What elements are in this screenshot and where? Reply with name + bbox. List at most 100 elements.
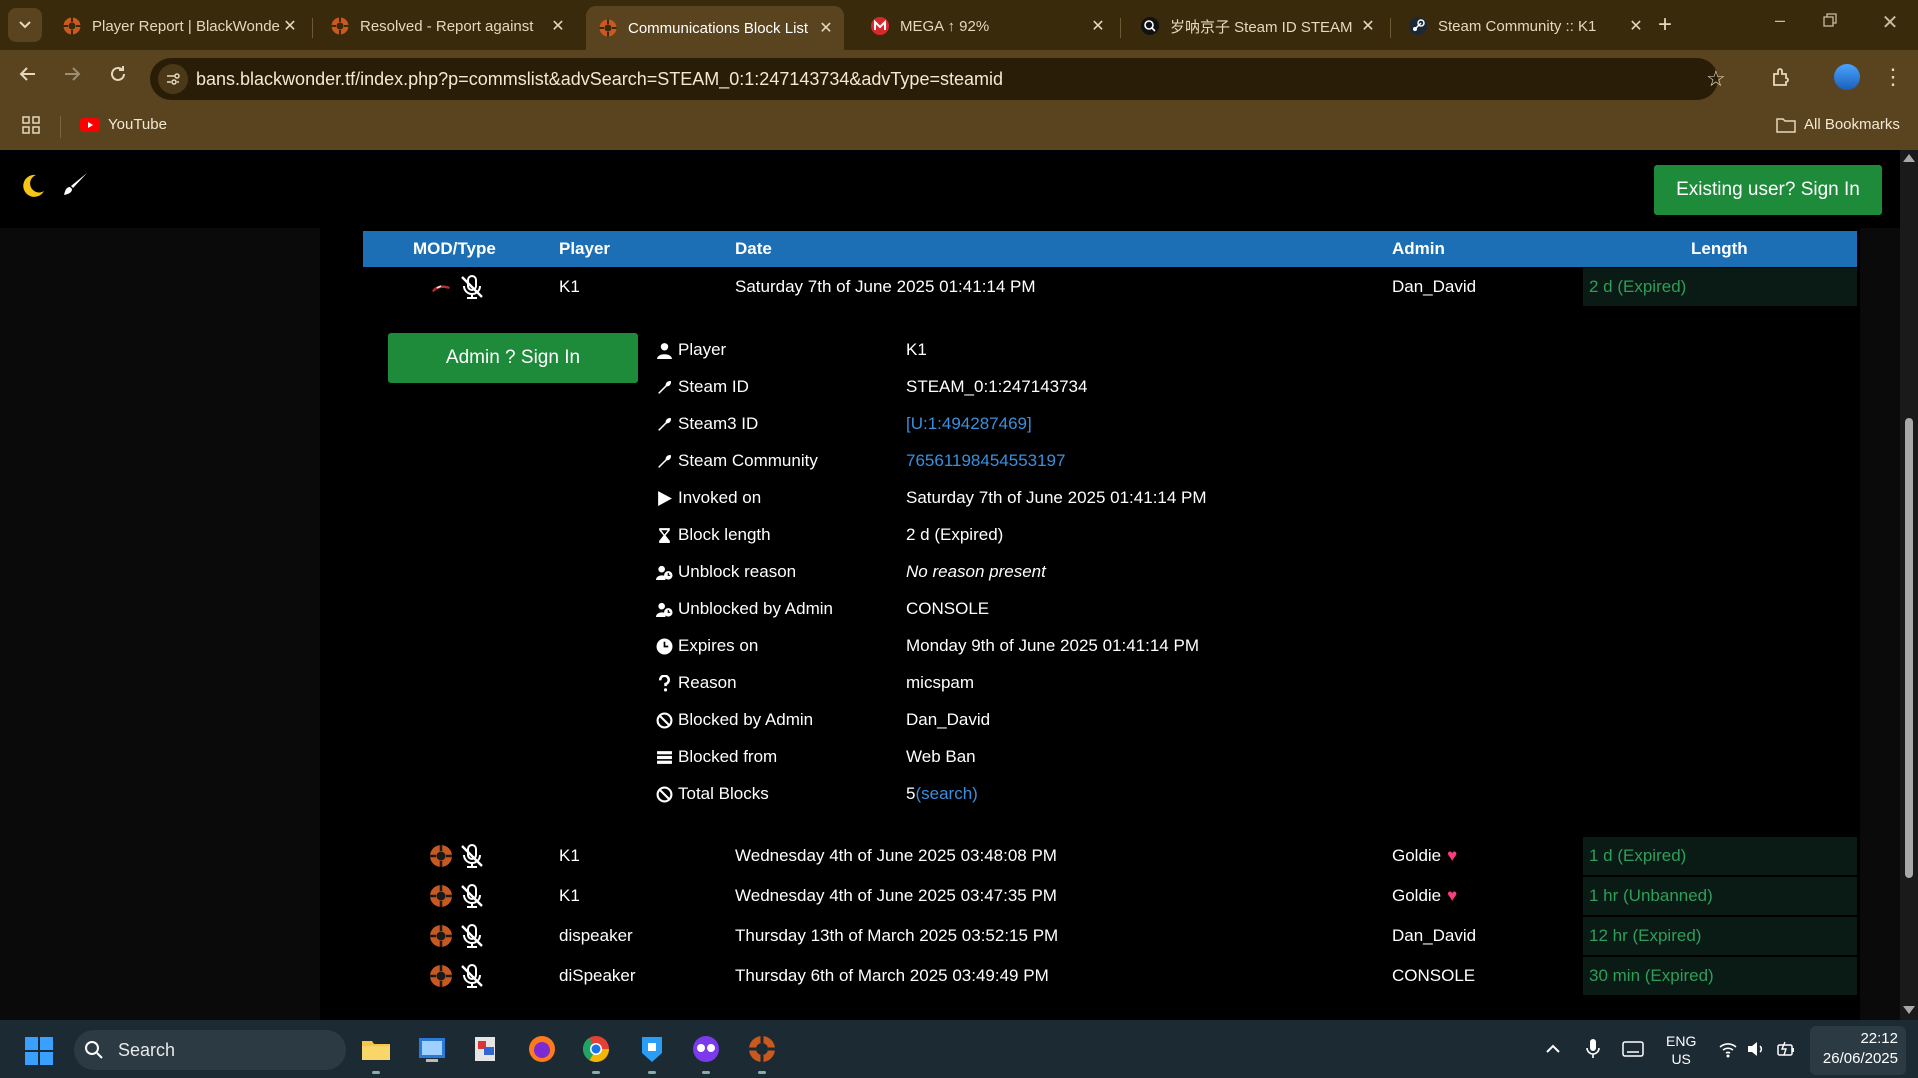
right-panel [1860, 228, 1900, 1020]
detail-label-text: Blocked from [678, 747, 778, 766]
firefox-icon[interactable] [526, 1033, 558, 1065]
detail-label: Unblock reason [656, 562, 796, 582]
detail-label: Block length [656, 525, 771, 545]
row-date: Saturday 7th of June 2025 01:41:14 PM [735, 277, 1036, 296]
row-length: 30 min (Expired) [1589, 966, 1714, 985]
language-indicator[interactable]: ENG US [1666, 1032, 1696, 1068]
all-bookmarks-label: All Bookmarks [1804, 116, 1900, 133]
keyboard-icon[interactable] [1622, 1041, 1644, 1062]
clock-date: 26/06/2025 [1822, 1050, 1898, 1067]
close-window-button[interactable]: ✕ [1878, 10, 1902, 40]
table-row[interactable]: dispeaker Thursday 13th of March 2025 03:… [363, 917, 1857, 955]
detail-label-text: Unblocked by Admin [678, 599, 833, 618]
file-explorer-icon[interactable] [360, 1033, 392, 1065]
chrome-icon[interactable] [580, 1033, 612, 1065]
detail-label-text: Expires on [678, 636, 759, 655]
table-row[interactable]: K1 Saturday 7th of June 2025 01:41:14 PM D… [363, 268, 1857, 306]
restore-button[interactable] [1822, 12, 1846, 42]
header-player[interactable]: Player [559, 239, 610, 259]
snipping-tool-icon[interactable] [470, 1033, 502, 1065]
scrollbar-thumb[interactable] [1905, 418, 1913, 878]
new-tab-button[interactable]: + [1650, 10, 1680, 40]
total-blocks-search-link[interactable]: (search) [915, 784, 977, 803]
detail-value: CONSOLE [906, 599, 990, 618]
wifi-icon[interactable] [1718, 1040, 1738, 1063]
detail-label-text: Steam Community [678, 451, 818, 470]
browser-tab[interactable]: MEGA ↑ 92% ✕ [858, 8, 1116, 44]
existing-user-signin-button[interactable]: Existing user? Sign In [1654, 165, 1882, 215]
tab-title: 岁呐京子 Steam ID STEAM [1170, 18, 1353, 36]
tab-title: Steam Community :: K1 [1438, 17, 1597, 35]
taskbar-search-label: Search [118, 1040, 176, 1060]
theme-brush-icon[interactable] [60, 170, 90, 205]
app-shield-icon[interactable] [636, 1033, 668, 1065]
restore-icon [1823, 13, 1837, 27]
row-length-cell: 30 min (Expired) [1583, 957, 1857, 995]
tab-close-icon[interactable]: ✕ [280, 16, 300, 36]
running-indicator [758, 1071, 766, 1074]
back-button[interactable] [14, 64, 42, 90]
header-admin[interactable]: Admin [1392, 239, 1445, 259]
header-date[interactable]: Date [735, 239, 772, 259]
detail-label: Reason [656, 673, 737, 693]
tab-title: Resolved - Report against [360, 17, 534, 35]
minimize-button[interactable]: – [1768, 10, 1792, 40]
detail-value: 5(search) [906, 784, 978, 803]
microphone-icon[interactable] [1584, 1038, 1602, 1065]
bookmark-star-icon[interactable]: ☆ [1706, 66, 1726, 92]
profile-avatar[interactable] [1834, 64, 1860, 90]
tab-separator [1120, 18, 1121, 38]
browser-tab[interactable]: Communications Block List ✕ [586, 6, 844, 50]
tf2-taskbar-icon[interactable] [746, 1033, 778, 1065]
scroll-up-arrow[interactable] [1903, 154, 1915, 162]
browser-tab[interactable]: 岁呐京子 Steam ID STEAM ✕ [1128, 8, 1386, 44]
reload-button[interactable] [104, 64, 132, 90]
clock-tray[interactable]: 22:12 26/06/2025 [1810, 1026, 1906, 1075]
dark-mode-moon-icon[interactable] [18, 172, 46, 205]
menu-kebab-icon[interactable]: ⋮ [1882, 64, 1904, 90]
tab-close-icon[interactable]: ✕ [1626, 16, 1646, 36]
all-bookmarks-button[interactable]: All Bookmarks [1776, 116, 1900, 133]
tab-close-icon[interactable]: ✕ [548, 16, 568, 36]
table-row[interactable]: K1 Wednesday 4th of June 2025 03:47:35 PM… [363, 877, 1857, 915]
tab-close-icon[interactable]: ✕ [1088, 16, 1108, 36]
header-length[interactable]: Length [1691, 239, 1748, 259]
browser-tab[interactable]: Steam Community :: K1 ✕ [1396, 8, 1654, 44]
detail-value[interactable]: [U:1:494287469] [906, 414, 1032, 434]
volume-icon[interactable] [1746, 1040, 1766, 1063]
browser-tab[interactable]: Player Report | BlackWonder ✕ [50, 8, 308, 44]
tab-close-icon[interactable]: ✕ [816, 18, 836, 38]
table-row[interactable]: K1 Wednesday 4th of June 2025 03:48:08 PM… [363, 837, 1857, 875]
row-player: diSpeaker [559, 966, 636, 985]
site-info-icon[interactable] [158, 64, 188, 94]
detail-label: Total Blocks [656, 784, 769, 804]
windows-start-icon[interactable] [24, 1036, 54, 1071]
url-text[interactable]: bans.blackwonder.tf/index.php?p=commslis… [196, 69, 1003, 90]
admin-signin-button[interactable]: Admin ? Sign In [388, 333, 638, 383]
app-mask-icon[interactable] [690, 1033, 722, 1065]
header-mod-type[interactable]: MOD/Type [413, 239, 496, 259]
hourglass-icon [656, 527, 673, 544]
running-indicator [592, 1071, 600, 1074]
taskbar-search-box[interactable] [74, 1030, 346, 1070]
browser-tab[interactable]: Resolved - Report against ✕ [318, 8, 576, 44]
tab-close-icon[interactable]: ✕ [1358, 16, 1378, 36]
steam-icon [1408, 16, 1428, 36]
detail-value: micspam [906, 673, 975, 692]
battery-icon[interactable] [1776, 1040, 1796, 1063]
scroll-down-arrow[interactable] [1903, 1006, 1915, 1014]
row-length: 1 d (Expired) [1589, 846, 1687, 865]
detail-label: Expires on [656, 636, 758, 656]
tab-search-button[interactable] [8, 8, 42, 42]
extensions-icon[interactable] [1770, 66, 1792, 93]
control-panel-icon[interactable] [416, 1033, 448, 1065]
clock-icon [656, 638, 673, 655]
tray-chevron-up-icon[interactable] [1544, 1040, 1562, 1063]
bookmark-youtube[interactable]: YouTube [80, 116, 167, 133]
detail-value: Dan_David [906, 710, 991, 729]
detail-value[interactable]: 76561198454553197 [906, 451, 1065, 471]
apps-grid-icon[interactable] [22, 116, 40, 139]
table-row[interactable]: diSpeaker Thursday 6th of March 2025 03:4… [363, 957, 1857, 995]
detail-label-text: Invoked on [678, 488, 762, 507]
forward-button[interactable] [58, 64, 86, 90]
